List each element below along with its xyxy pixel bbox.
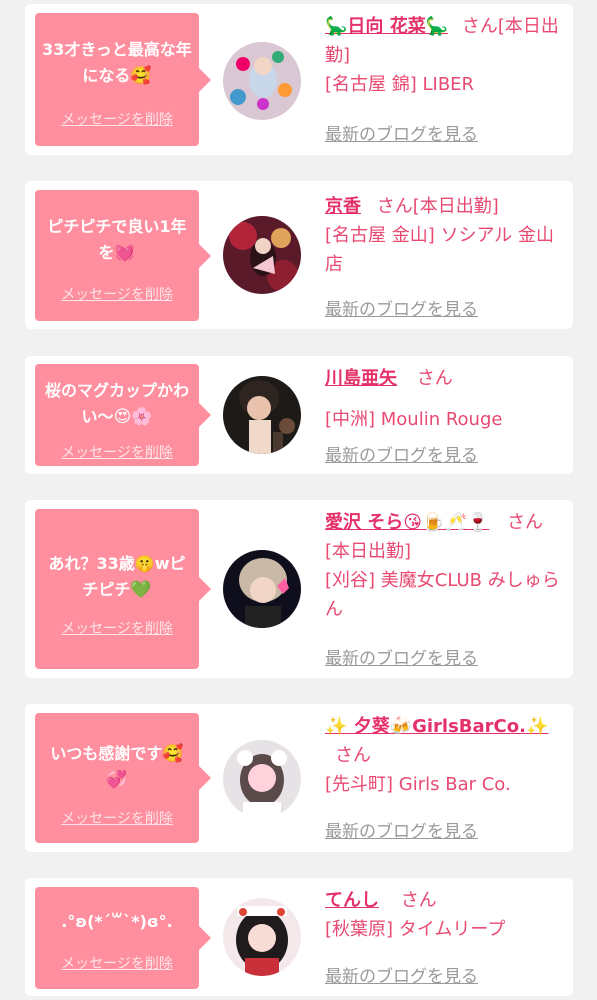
message-card: あれ？33歳🤫wピチピチ💚 メッセージを削除 愛沢 そら😘🍺🥂🍷 さん [本日出勤… (25, 500, 573, 678)
status-label: [本日出勤] (325, 541, 412, 562)
blog-link[interactable]: 最新のブログを見る (325, 295, 478, 320)
avatar[interactable] (223, 216, 301, 294)
shop-label: [名古屋 錦] LIBER (325, 74, 475, 95)
message-bubble: .°ʚ(*´꒳`*)ɞ°. メッセージを削除 (35, 887, 211, 989)
honorific: さん (416, 368, 453, 389)
message-text: .°ʚ(*´꒳`*)ɞ°. (61, 912, 173, 931)
shop-label: [中洲] Moulin Rouge (325, 409, 503, 430)
delete-message-link[interactable]: メッセージを削除 (35, 618, 199, 638)
message-card: 桜のマグカップかわい〜😍🌸 メッセージを削除 川島亜矢 さん [中洲] Moul… (25, 356, 573, 474)
profile-name-link[interactable]: 川島亜矢 (325, 368, 397, 389)
delete-message-link[interactable]: メッセージを削除 (35, 808, 199, 828)
honorific: さん (376, 196, 413, 217)
shop-label: [秋葉原] タイムリープ (325, 919, 506, 940)
shop-label: [刈谷] 美魔女CLUB みしゅらん (325, 570, 560, 620)
status-label: [本日出勤] (412, 196, 499, 217)
delete-message-link[interactable]: メッセージを削除 (35, 953, 199, 973)
message-bubble: ピチピチで良い1年を💓 メッセージを削除 (35, 190, 211, 321)
honorific: さん (400, 890, 437, 911)
message-text: いつも感謝です🥰💞 (50, 744, 184, 790)
profile-name-link[interactable]: 京香 (325, 196, 361, 217)
message-card: .°ʚ(*´꒳`*)ɞ°. メッセージを削除 てんし さん [秋葉原] タイムリ… (25, 878, 573, 996)
delete-message-link[interactable]: メッセージを削除 (35, 109, 199, 129)
profile-name-link[interactable]: てんし (325, 890, 379, 911)
delete-message-link[interactable]: メッセージを削除 (35, 442, 199, 462)
blog-link[interactable]: 最新のブログを見る (325, 962, 478, 987)
message-text: 33才きっと最高な年になる🥰 (42, 40, 192, 86)
profile-info: 川島亜矢 さん [中洲] Moulin Rouge (325, 364, 565, 434)
blog-link[interactable]: 最新のブログを見る (325, 120, 478, 145)
shop-label: [名古屋 金山] ソシアル 金山店 (325, 225, 555, 275)
profile-name-link[interactable]: 🦕日向 花菜🦕 (325, 16, 448, 37)
message-bubble: 33才きっと最高な年になる🥰 メッセージを削除 (35, 13, 211, 146)
blog-link[interactable]: 最新のブログを見る (325, 817, 478, 842)
avatar[interactable] (223, 376, 301, 454)
honorific: さん (461, 16, 498, 37)
avatar[interactable] (223, 550, 301, 628)
message-text: 桜のマグカップかわい〜😍🌸 (44, 381, 189, 427)
message-bubble: 桜のマグカップかわい〜😍🌸 メッセージを削除 (35, 364, 211, 466)
honorific: さん (335, 745, 371, 766)
blog-link[interactable]: 最新のブログを見る (325, 644, 478, 669)
profile-name-link[interactable]: ✨ 夕葵🍻GirlsBarCo.✨ (325, 716, 548, 737)
profile-info: 🦕日向 花菜🦕 さん[本日出勤] [名古屋 錦] LIBER (325, 12, 565, 99)
profile-info: 愛沢 そら😘🍺🥂🍷 さん [本日出勤] [刈谷] 美魔女CLUB みしゅらん (325, 508, 565, 624)
avatar[interactable] (223, 42, 301, 120)
profile-info: 京香 さん[本日出勤] [名古屋 金山] ソシアル 金山店 (325, 192, 565, 279)
message-card: いつも感謝です🥰💞 メッセージを削除 ✨ 夕葵🍻GirlsBarCo.✨ さん … (25, 704, 573, 852)
profile-info: ✨ 夕葵🍻GirlsBarCo.✨ さん [先斗町] Girls Bar Co. (325, 712, 565, 799)
avatar[interactable] (223, 898, 301, 976)
message-card: ピチピチで良い1年を💓 メッセージを削除 京香 さん[本日出勤] [名古屋 金山… (25, 181, 573, 329)
honorific: さん (507, 512, 544, 533)
profile-info: てんし さん [秋葉原] タイムリープ (325, 886, 565, 944)
profile-name-link[interactable]: 愛沢 そら😘🍺🥂🍷 (325, 512, 489, 533)
delete-message-link[interactable]: メッセージを削除 (35, 284, 199, 304)
message-bubble: あれ？33歳🤫wピチピチ💚 メッセージを削除 (35, 509, 211, 669)
message-card: 33才きっと最高な年になる🥰 メッセージを削除 🦕日向 花菜🦕 さん[本日出勤]… (25, 4, 573, 155)
message-text: あれ？33歳🤫wピチピチ💚 (48, 554, 186, 600)
message-bubble: いつも感謝です🥰💞 メッセージを削除 (35, 713, 211, 843)
shop-label: [先斗町] Girls Bar Co. (325, 774, 511, 795)
avatar[interactable] (223, 740, 301, 818)
blog-link[interactable]: 最新のブログを見る (325, 441, 478, 466)
message-text: ピチピチで良い1年を💓 (47, 217, 187, 263)
